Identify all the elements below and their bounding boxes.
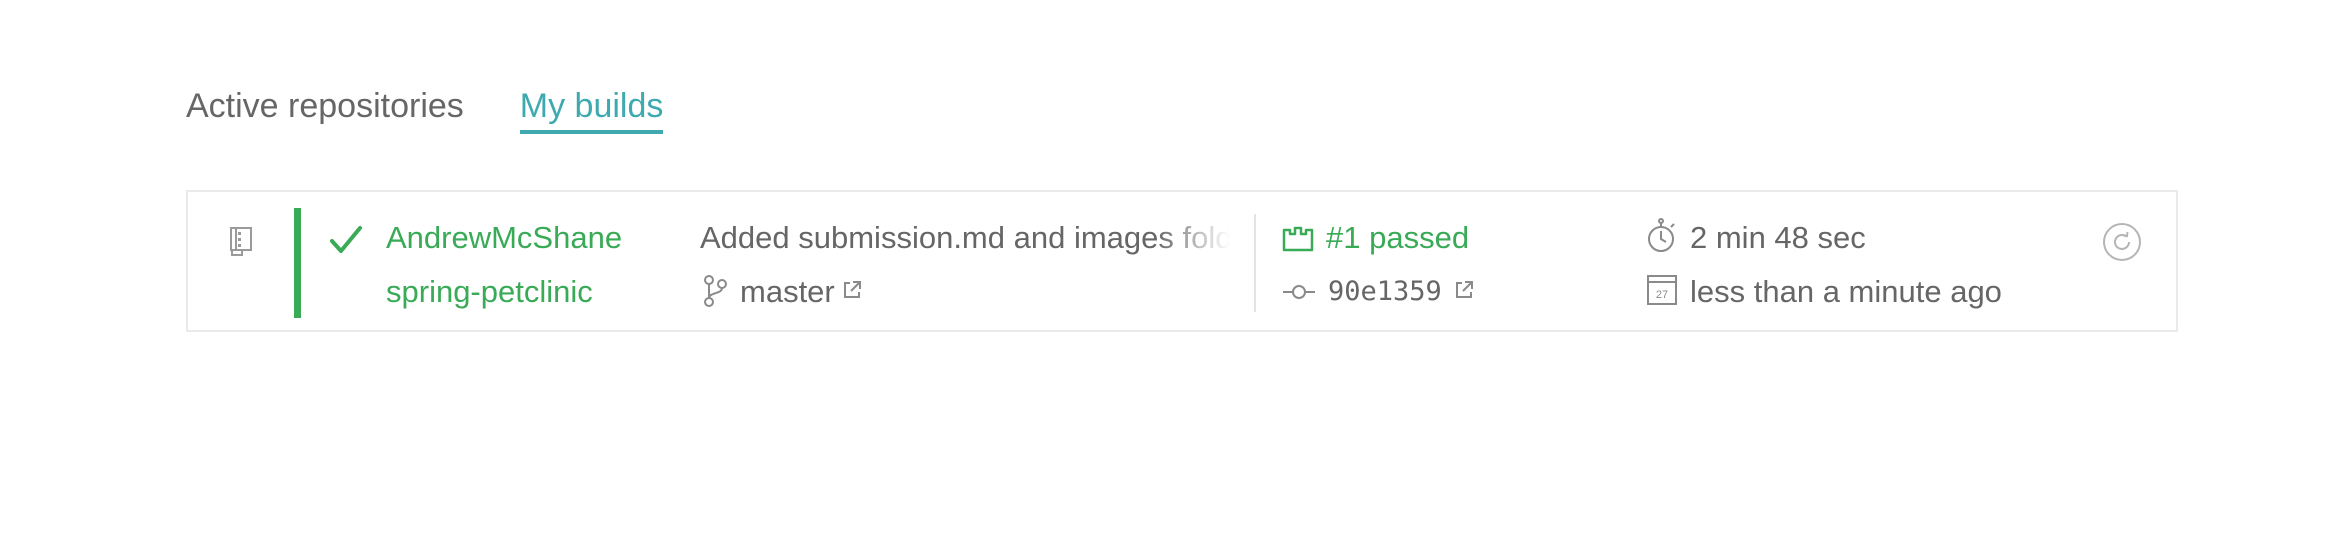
branch-icon (704, 275, 727, 307)
restart-icon[interactable] (2102, 222, 2142, 262)
tab-active-repositories[interactable]: Active repositories (186, 84, 464, 128)
repo-name-link[interactable]: spring-petclinic (386, 272, 593, 312)
repo-owner-link[interactable]: AndrewMcShane (386, 218, 622, 258)
calendar-day: 27 (1656, 289, 1668, 301)
passed-icon (1282, 226, 1314, 252)
stopwatch-icon (1648, 218, 1675, 252)
divider (1254, 214, 1256, 312)
check-icon (330, 226, 362, 253)
finished-time: less than a minute ago (1690, 274, 2002, 309)
tab-bar: Active repositories My builds (186, 84, 664, 134)
commit-message: Added submission.md and images folder (700, 220, 1230, 255)
branch-name: master (740, 274, 835, 309)
commit-sha[interactable]: 90e1359 (1328, 272, 1442, 312)
build-duration: 2 min 48 sec (1690, 220, 1866, 255)
tab-my-builds[interactable]: My builds (519, 84, 664, 134)
commit-icon (1283, 285, 1315, 299)
external-link-icon[interactable] (842, 280, 862, 300)
build-row[interactable]: AndrewMcShane spring-petclinic Added sub… (186, 190, 2178, 332)
external-link-icon[interactable] (1454, 280, 1474, 300)
calendar-icon: 27 (1647, 275, 1677, 305)
status-bar (294, 208, 301, 318)
build-status-link[interactable]: #1 passed (1326, 218, 1469, 258)
repo-icon (230, 227, 252, 256)
